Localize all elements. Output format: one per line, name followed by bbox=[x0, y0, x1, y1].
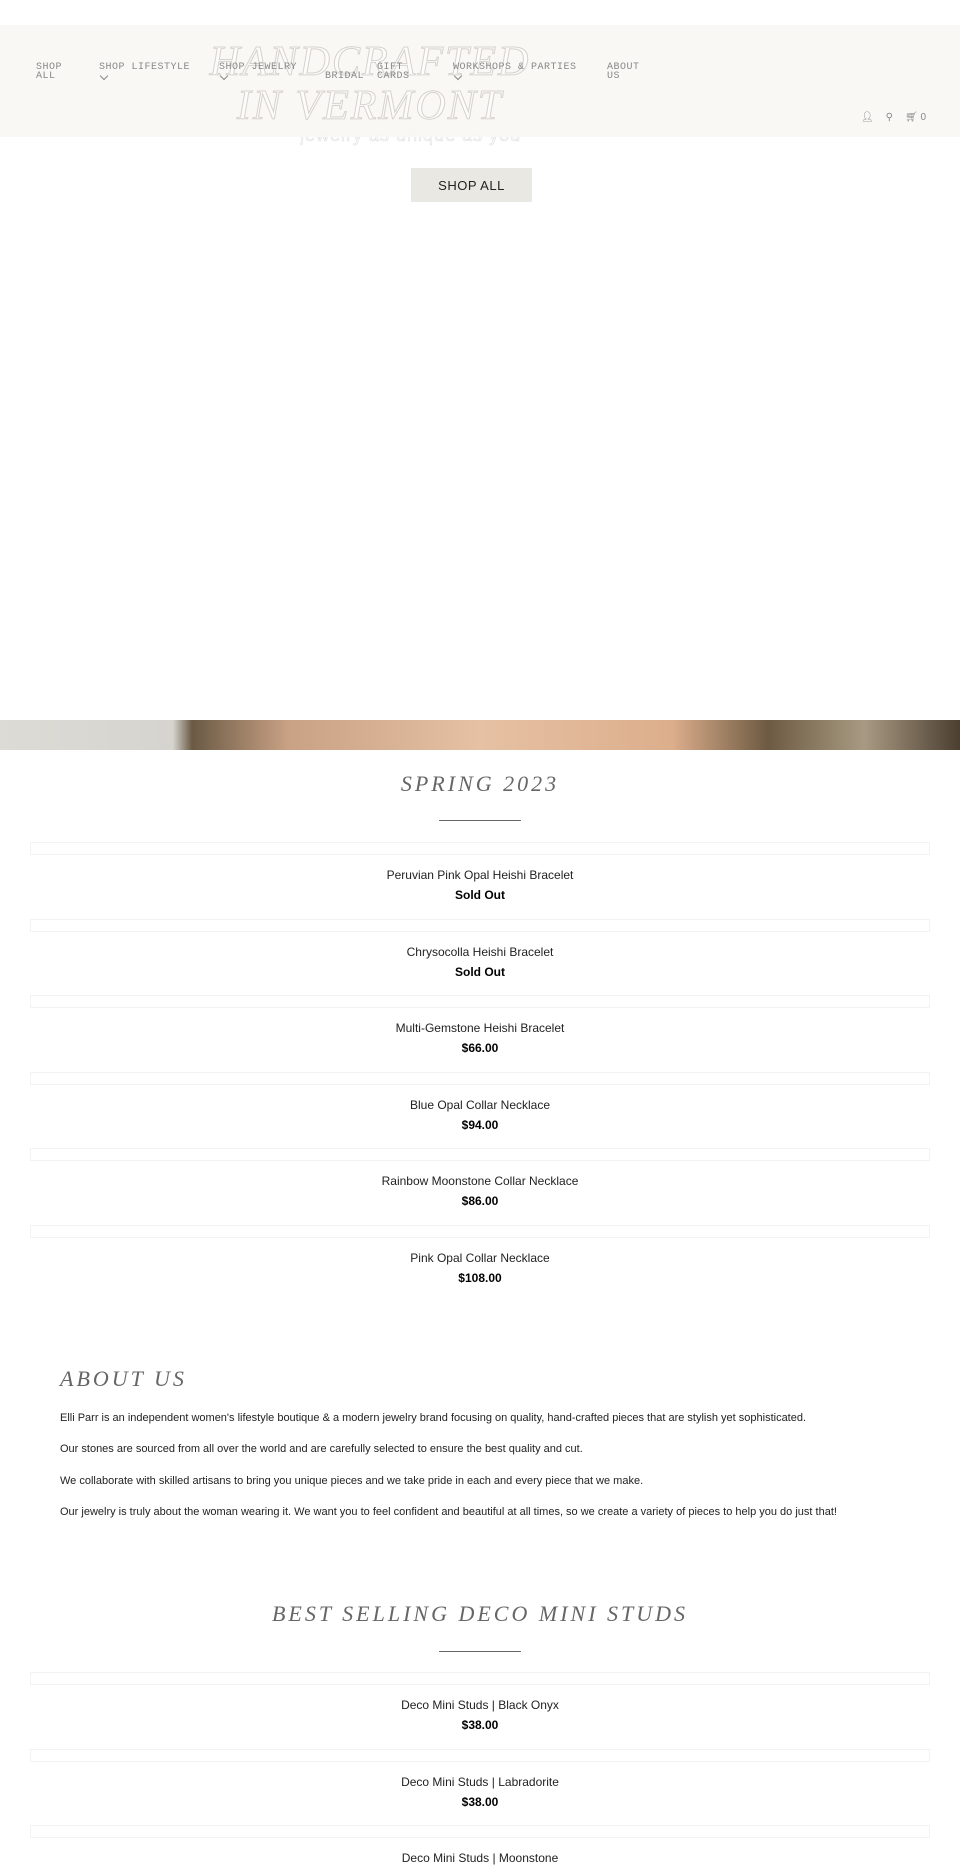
nav-label: BRIDAL bbox=[325, 71, 365, 82]
product-price: $94.00 bbox=[461, 1117, 499, 1132]
product-image[interactable] bbox=[30, 842, 930, 855]
nav-gift-cards[interactable]: GIFT CARDS bbox=[377, 62, 417, 82]
product-image[interactable] bbox=[30, 1148, 930, 1161]
product-image[interactable] bbox=[30, 1672, 930, 1685]
product-price: Sold Out bbox=[455, 888, 505, 902]
about-paragraph: We collaborate with skilled artisans to … bbox=[60, 1475, 644, 1487]
search-icon[interactable]: ⚲ bbox=[886, 112, 893, 123]
section-title: BEST SELLING DECO MINI STUDS bbox=[271, 1601, 689, 1626]
nav-shop-all[interactable]: SHOP ALL bbox=[36, 62, 76, 82]
nav-label: ABOUT US bbox=[607, 62, 640, 82]
nav-label: SHOP LIFESTYLE bbox=[99, 62, 191, 73]
hero-title: HANDCRAFTED IN VERMONT bbox=[209, 39, 531, 129]
product-name[interactable]: Deco Mini Studs | Black Onyx bbox=[0, 1698, 960, 1712]
nav-shop-lifestyle[interactable]: SHOP LIFESTYLE bbox=[99, 62, 191, 81]
about-title: ABOUT US bbox=[60, 1366, 187, 1391]
product-image[interactable] bbox=[30, 1071, 930, 1085]
product-name[interactable]: Pink Opal Collar Necklace bbox=[0, 1251, 960, 1265]
product-price: Sold Out bbox=[455, 964, 505, 979]
product-price: $66.00 bbox=[461, 1041, 499, 1055]
product-image[interactable] bbox=[30, 1825, 930, 1838]
product-image[interactable] bbox=[30, 1748, 930, 1762]
divider bbox=[439, 1651, 521, 1652]
cart-count: 0 bbox=[920, 112, 926, 123]
product-name[interactable]: Chrysocolla Heishi Bracelet bbox=[0, 945, 960, 959]
divider bbox=[439, 820, 521, 821]
product-name[interactable]: Peruvian Pink Opal Heishi Bracelet bbox=[0, 868, 960, 882]
section-title: SPRING 2023 bbox=[400, 771, 560, 796]
product-name[interactable]: Deco Mini Studs | Labradorite bbox=[0, 1775, 960, 1789]
nav-bridal[interactable]: BRIDAL bbox=[325, 71, 365, 82]
product-image[interactable] bbox=[30, 918, 930, 932]
nav-shop-jewelry[interactable]: SHOP JEWELRY bbox=[219, 62, 298, 81]
user-icon[interactable]: 👤︎ bbox=[861, 112, 874, 123]
chevron-down-icon bbox=[453, 71, 463, 81]
product-price: $108.00 bbox=[458, 1270, 502, 1285]
nav-label: SHOP ALL bbox=[36, 62, 63, 82]
about-paragraph: Our jewelry is truly about the woman wea… bbox=[60, 1506, 837, 1518]
about-paragraph: Our stones are sourced from all over the… bbox=[60, 1443, 583, 1455]
product-image[interactable] bbox=[30, 995, 930, 1008]
shop-all-button[interactable]: SHOP ALL bbox=[411, 168, 532, 202]
product-name[interactable]: Blue Opal Collar Necklace bbox=[0, 1098, 960, 1112]
hero-image bbox=[0, 720, 960, 750]
about-paragraph: Elli Parr is an independent women's life… bbox=[60, 1412, 807, 1424]
product-name[interactable]: Rainbow Moonstone Collar Necklace bbox=[0, 1174, 960, 1188]
product-name[interactable]: Deco Mini Studs | Moonstone bbox=[0, 1851, 960, 1865]
nav-label: WORKSHOPS & PARTIES bbox=[453, 62, 577, 73]
chevron-down-icon bbox=[219, 71, 229, 81]
product-price: $38.00 bbox=[461, 1718, 499, 1732]
chevron-down-icon bbox=[99, 71, 109, 81]
nav-workshops[interactable]: WORKSHOPS & PARTIES bbox=[453, 62, 577, 81]
product-price: $38.00 bbox=[461, 1794, 499, 1809]
nav-about-us[interactable]: ABOUT US bbox=[607, 62, 647, 82]
product-name[interactable]: Multi-Gemstone Heishi Bracelet bbox=[0, 1021, 960, 1035]
header-icons: 👤︎ ⚲ 🛒︎ 0 bbox=[861, 112, 926, 123]
product-image[interactable] bbox=[30, 1224, 930, 1238]
cart-icon[interactable]: 🛒︎ 0 bbox=[905, 112, 926, 123]
nav-label: GIFT CARDS bbox=[377, 62, 410, 82]
product-price: $86.00 bbox=[461, 1194, 499, 1208]
nav-label: SHOP JEWELRY bbox=[219, 62, 298, 73]
